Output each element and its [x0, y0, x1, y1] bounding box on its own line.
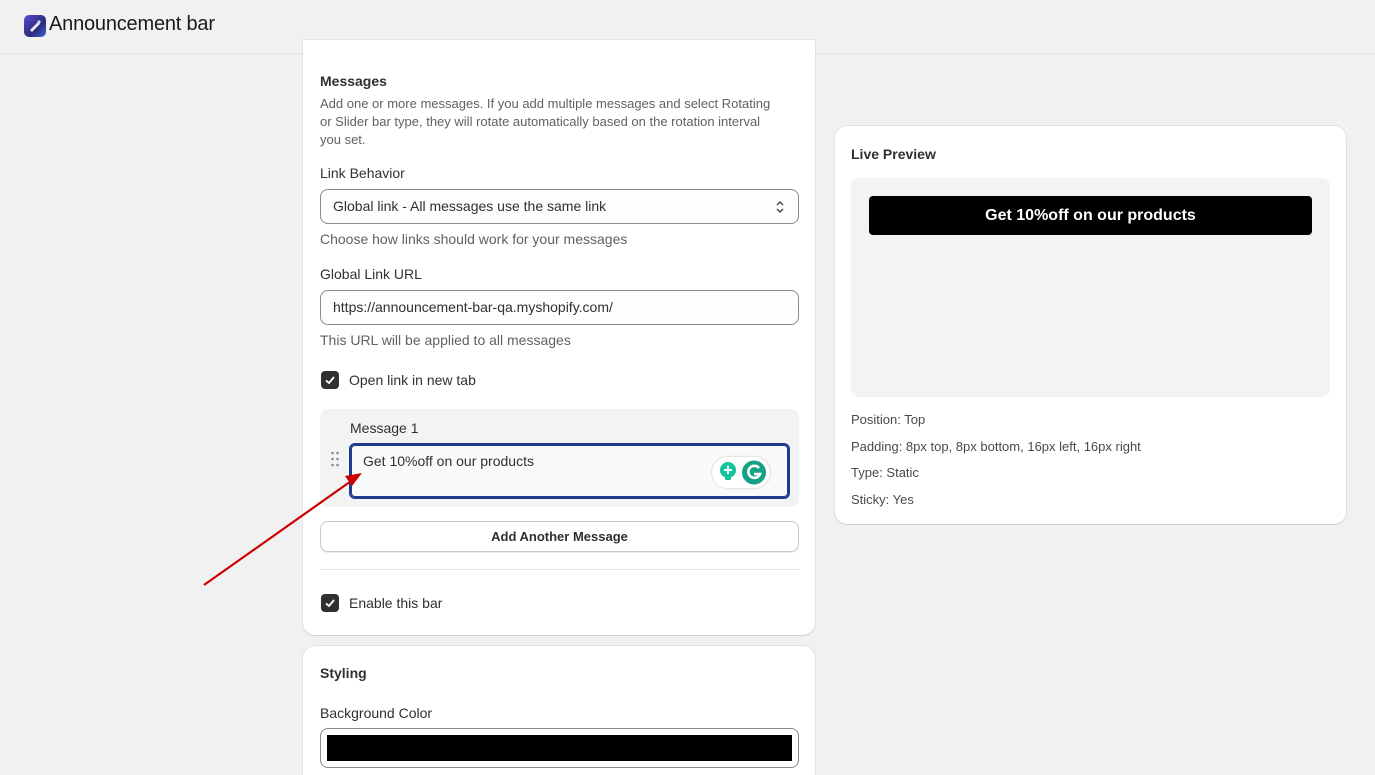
global-url-input[interactable]: https://announcement-bar-qa.myshopify.co… [320, 290, 799, 325]
message-textarea[interactable]: Get 10%off on our products [349, 443, 790, 499]
app-title: Announcement bar [49, 13, 215, 35]
global-url-help: This URL will be applied to all messages [320, 332, 571, 348]
enable-bar-label: Enable this bar [349, 595, 443, 611]
enable-bar-checkbox[interactable] [321, 594, 339, 612]
background-color-swatch[interactable] [327, 735, 792, 761]
drag-handle-icon[interactable] [330, 451, 340, 467]
preview-announcement-bar: Get 10%off on our products [869, 196, 1312, 235]
grammarly-icon [742, 460, 766, 485]
messages-card: Messages Add one or more messages. If yo… [303, 40, 815, 635]
styling-card: Styling Background Color [303, 646, 815, 775]
preview-area: Get 10%off on our products [851, 178, 1330, 397]
message-label: Message 1 [350, 420, 419, 436]
message-text: Get 10%off on our products [363, 453, 534, 469]
background-color-label: Background Color [320, 705, 433, 721]
global-url-label: Global Link URL [320, 266, 422, 282]
global-url-value: https://announcement-bar-qa.myshopify.co… [333, 299, 613, 315]
open-new-tab-checkbox[interactable] [321, 371, 339, 389]
open-new-tab-label: Open link in new tab [349, 372, 476, 388]
link-behavior-label: Link Behavior [320, 165, 405, 181]
styling-title: Styling [320, 665, 367, 681]
background-color-field[interactable] [320, 728, 799, 768]
lightbulb-icon [720, 462, 736, 480]
messages-help: Add one or more messages. If you add mul… [320, 96, 771, 147]
preview-padding: Padding: 8px top, 8px bottom, 16px left,… [851, 439, 1141, 454]
grammarly-widget[interactable] [712, 457, 770, 488]
preview-type: Type: Static [851, 465, 919, 480]
messages-title: Messages [320, 73, 387, 89]
select-chevron-icon [776, 200, 784, 214]
live-preview-card: Live Preview Get 10%off on our products … [835, 126, 1346, 524]
divider [320, 569, 799, 570]
checkmark-icon [325, 599, 335, 608]
message-item: Message 1 Get 10%off on our products [320, 409, 799, 507]
checkmark-icon [325, 376, 335, 385]
link-behavior-select[interactable]: Global link - All messages use the same … [320, 189, 799, 224]
add-message-button[interactable]: Add Another Message [320, 521, 799, 552]
link-behavior-value: Global link - All messages use the same … [333, 198, 607, 214]
live-preview-title: Live Preview [851, 146, 936, 162]
app-logo-icon [24, 15, 46, 37]
preview-position: Position: Top [851, 412, 926, 427]
link-behavior-help: Choose how links should work for your me… [320, 231, 628, 247]
preview-sticky: Sticky: Yes [851, 492, 914, 507]
